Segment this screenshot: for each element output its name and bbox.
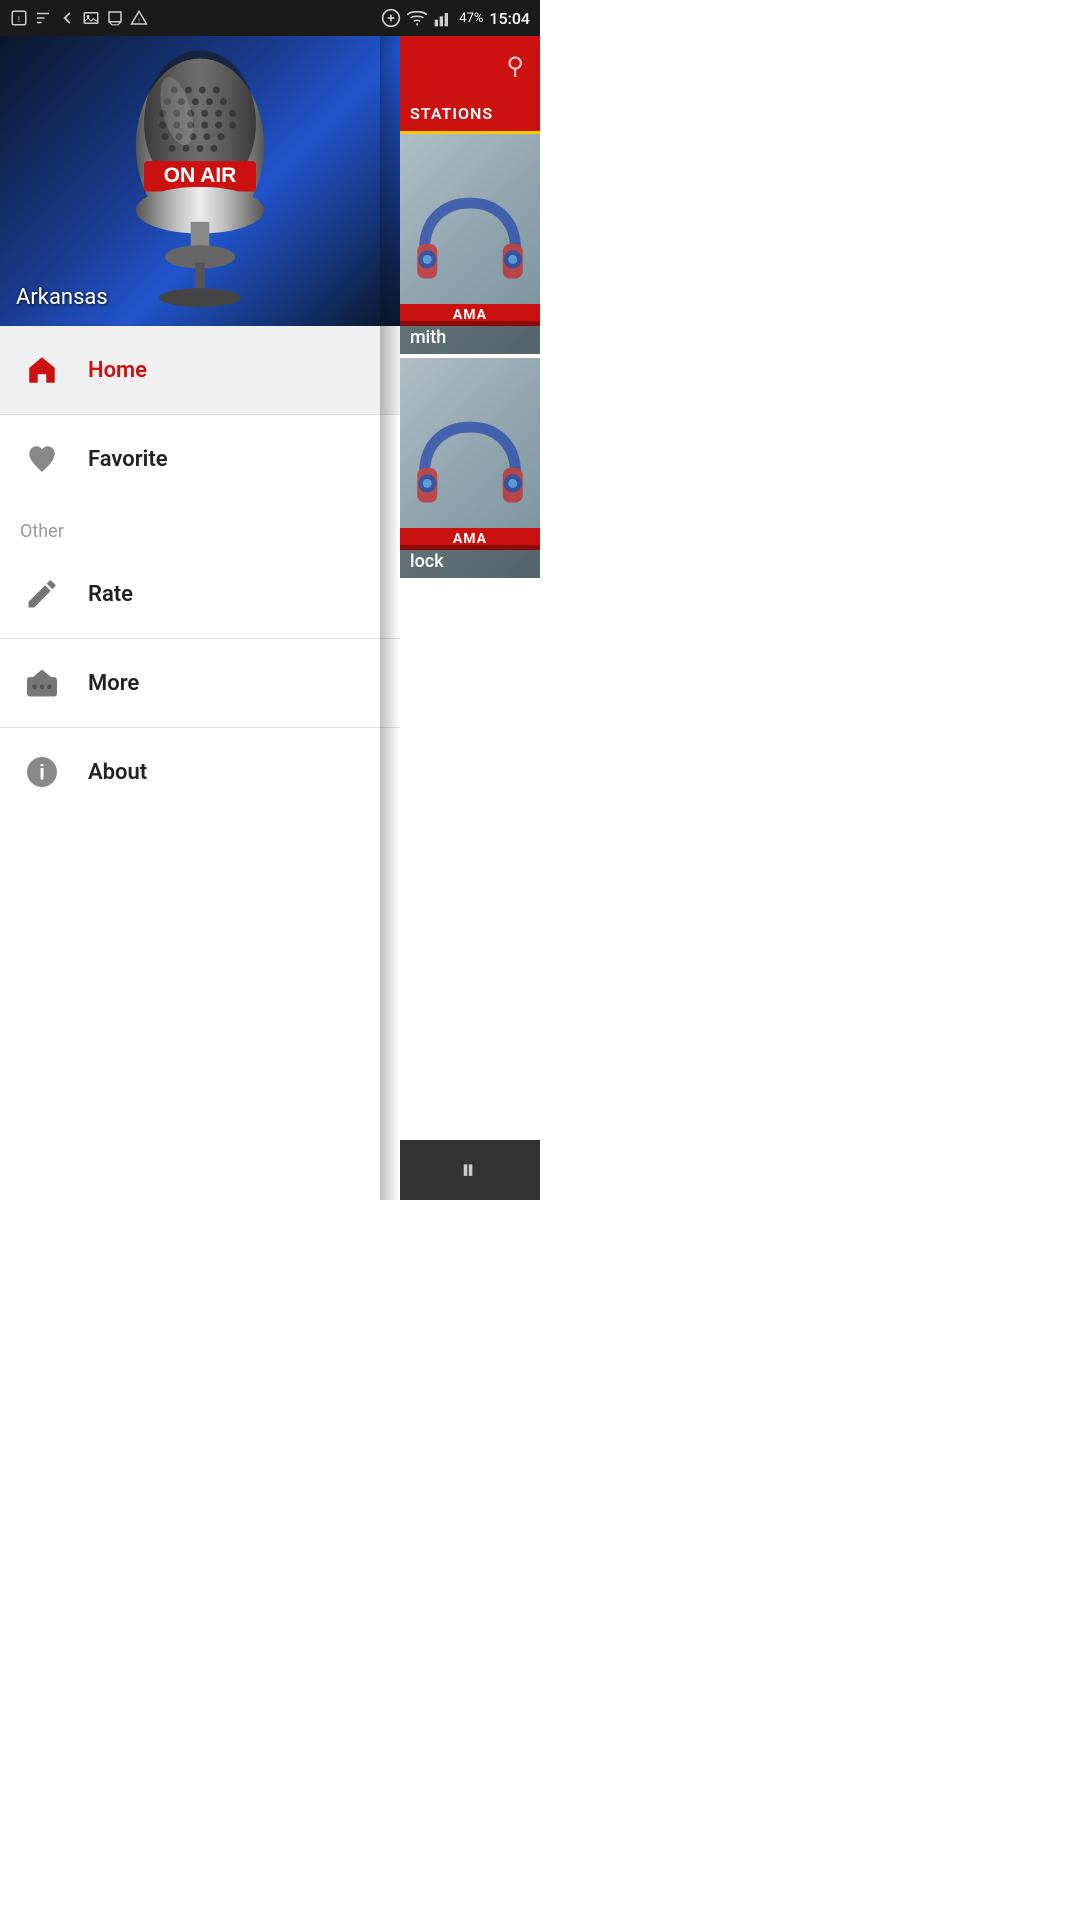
rate-label: Rate [88, 582, 133, 607]
search-icon[interactable]: ⚲ [506, 52, 524, 80]
menu-item-about[interactable]: i About [0, 728, 400, 816]
menu-item-rate[interactable]: Rate [0, 550, 400, 639]
menu-item-more[interactable]: More [0, 639, 400, 728]
about-icon: i [20, 750, 64, 794]
microphone-image: ON AIR [0, 36, 400, 326]
menu-item-home[interactable]: Home [0, 326, 400, 415]
image-icon [82, 9, 100, 27]
add-icon [381, 8, 401, 28]
stations-header: ⚲ [400, 36, 540, 96]
player-bar[interactable]: ⏸ [400, 1140, 540, 1200]
other-section-label: Other [0, 503, 400, 550]
svg-text:!: ! [18, 15, 20, 25]
stations-tab-label: STATIONS [410, 104, 493, 123]
rate-icon [20, 572, 64, 616]
about-label: About [88, 760, 147, 785]
hero-banner: ON AIR [0, 36, 400, 326]
clock: 15:04 [489, 9, 530, 28]
menu-list: Home Favorite [0, 326, 400, 503]
main-container: ON AIR [0, 36, 540, 1200]
home-label: Home [88, 358, 147, 383]
signal-icon [433, 8, 453, 28]
svg-text:ON AIR: ON AIR [164, 164, 237, 187]
svg-text:i: i [39, 762, 45, 785]
more-label: More [88, 671, 139, 696]
stations-list: AMA mith AMA lock [400, 134, 540, 1140]
more-icon [20, 661, 64, 705]
favorite-label: Favorite [88, 447, 168, 472]
location-label: Arkansas [16, 285, 108, 310]
warning-icon: ! [130, 9, 148, 27]
station-card-2[interactable]: AMA lock [400, 358, 540, 578]
station-card-1[interactable]: AMA mith [400, 134, 540, 354]
status-icons-left: ! ! [10, 9, 148, 27]
system-icon-1 [34, 9, 52, 27]
notification-icon: ! [10, 9, 28, 27]
headphone-icon-1 [415, 194, 525, 294]
status-icons-right: 47% 15:04 [381, 8, 530, 28]
heart-icon [20, 437, 64, 481]
station-name-2: lock [400, 545, 540, 578]
headphone-icon-2 [415, 418, 525, 518]
home-icon [20, 348, 64, 392]
back-icon [58, 9, 76, 27]
pause-button[interactable]: ⏸ [461, 1153, 479, 1187]
other-menu-list: Rate More [0, 550, 400, 816]
navigation-drawer: ON AIR [0, 36, 400, 1200]
wifi-icon [407, 8, 427, 28]
message-icon [106, 9, 124, 27]
battery-indicator: 47% [459, 11, 483, 26]
menu-item-favorite[interactable]: Favorite [0, 415, 400, 503]
station-name-1: mith [400, 321, 540, 354]
microphone-svg: ON AIR [80, 41, 320, 321]
stations-panel: ⚲ STATIONS [400, 36, 540, 1200]
stations-tab[interactable]: STATIONS [400, 96, 540, 134]
svg-text:!: ! [138, 17, 140, 25]
status-bar: ! ! 47% 15:04 [0, 0, 540, 36]
